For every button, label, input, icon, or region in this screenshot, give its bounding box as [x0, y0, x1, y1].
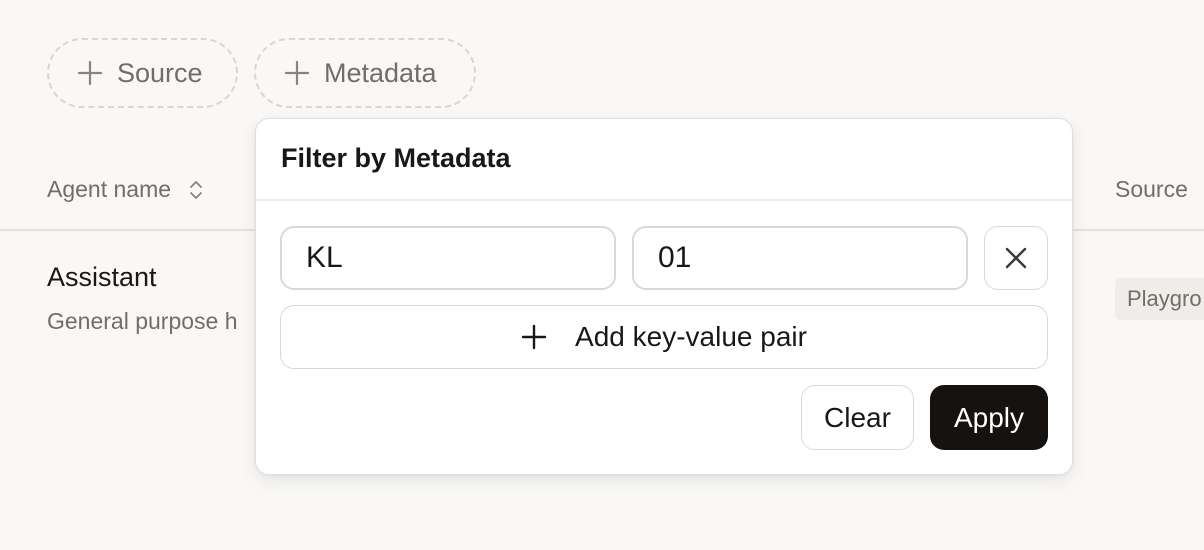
close-icon [1005, 247, 1027, 269]
metadata-key-input[interactable] [280, 226, 616, 290]
sort-chevrons-icon[interactable] [187, 177, 205, 203]
metadata-filter-chip[interactable]: Metadata [254, 38, 476, 108]
plus-icon [77, 60, 103, 86]
source-filter-chip[interactable]: Source [47, 38, 238, 108]
agents-page: Source Metadata Agent name Source Assist… [0, 0, 1204, 550]
clear-button[interactable]: Clear [801, 385, 914, 450]
column-header-source-label: Source [1115, 176, 1188, 202]
metadata-value-input[interactable] [632, 226, 968, 290]
agent-description: General purpose h [47, 308, 238, 334]
column-header-agent-name-label: Agent name [47, 176, 172, 202]
column-header-source[interactable]: Source [1115, 176, 1188, 203]
popover-title: Filter by Metadata [281, 143, 511, 173]
plus-icon [284, 60, 310, 86]
add-key-value-pair-label: Add key-value pair [575, 321, 807, 352]
source-filter-label: Source [117, 57, 203, 88]
apply-button[interactable]: Apply [930, 385, 1048, 450]
plus-icon [521, 324, 547, 350]
metadata-filter-label: Metadata [324, 57, 437, 88]
agent-name[interactable]: Assistant [47, 262, 157, 293]
column-header-agent-name[interactable]: Agent name [47, 176, 205, 203]
source-badge: Playgro [1115, 278, 1204, 320]
metadata-filter-popover: Filter by Metadata Add key-value pair Cl… [255, 118, 1073, 475]
add-key-value-pair-button[interactable]: Add key-value pair [280, 305, 1048, 369]
popover-divider [256, 199, 1072, 201]
remove-pair-button[interactable] [984, 226, 1048, 290]
